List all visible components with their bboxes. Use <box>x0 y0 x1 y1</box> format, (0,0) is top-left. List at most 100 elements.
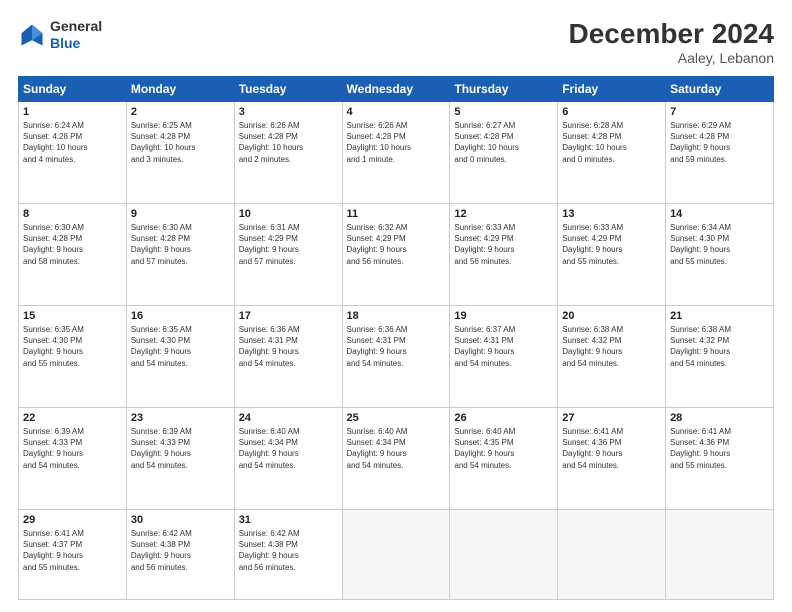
calendar-day-cell: 6 Sunrise: 6:28 AM Sunset: 4:28 PM Daylig… <box>558 102 666 204</box>
day-number: 20 <box>562 310 661 322</box>
day-info: Sunrise: 6:34 AM Sunset: 4:30 PM Dayligh… <box>670 222 769 267</box>
day-info: Sunrise: 6:38 AM Sunset: 4:32 PM Dayligh… <box>562 324 661 369</box>
day-number: 6 <box>562 106 661 118</box>
day-number: 14 <box>670 208 769 220</box>
day-number: 8 <box>23 208 122 220</box>
day-info: Sunrise: 6:30 AM Sunset: 4:28 PM Dayligh… <box>131 222 230 267</box>
calendar-day-cell: 15Sunrise: 6:35 AM Sunset: 4:30 PM Dayli… <box>19 306 127 408</box>
calendar-day-cell: 19 Sunrise: 6:37 AM Sunset: 4:31 PM Dayli… <box>450 306 558 408</box>
day-number: 16 <box>131 310 230 322</box>
calendar-day-cell: 25Sunrise: 6:40 AM Sunset: 4:34 PM Dayli… <box>342 408 450 510</box>
day-of-week-header: Wednesday <box>342 77 450 102</box>
day-info: Sunrise: 6:26 AM Sunset: 4:28 PM Dayligh… <box>347 120 446 165</box>
calendar-day-cell: 16 Sunrise: 6:35 AM Sunset: 4:30 PM Dayli… <box>126 306 234 408</box>
day-number: 27 <box>562 412 661 424</box>
calendar-day-cell <box>342 510 450 600</box>
day-number: 29 <box>23 514 122 526</box>
day-info: Sunrise: 6:25 AM Sunset: 4:28 PM Dayligh… <box>131 120 230 165</box>
logo-icon <box>18 21 46 49</box>
main-title: December 2024 <box>569 18 774 50</box>
day-of-week-header: Tuesday <box>234 77 342 102</box>
calendar-day-cell: 12 Sunrise: 6:33 AM Sunset: 4:29 PM Dayli… <box>450 204 558 306</box>
day-number: 18 <box>347 310 446 322</box>
calendar-day-cell: 28 Sunrise: 6:41 AM Sunset: 4:36 PM Dayli… <box>666 408 774 510</box>
calendar-week-row: 29 Sunrise: 6:41 AM Sunset: 4:37 PM Dayli… <box>19 510 774 600</box>
calendar-week-row: 8 Sunrise: 6:30 AM Sunset: 4:28 PM Daylig… <box>19 204 774 306</box>
calendar-day-cell: 5 Sunrise: 6:27 AM Sunset: 4:28 PM Daylig… <box>450 102 558 204</box>
calendar-week-row: 15 Sunrise: 6:35 AM Sunset: 4:30 PM Dayli… <box>19 306 774 408</box>
day-info: Sunrise: 6:24 AM Sunset: 4:28 PM Dayligh… <box>23 120 122 165</box>
day-info: Sunrise: 6:28 AM Sunset: 4:28 PM Dayligh… <box>562 120 661 165</box>
day-number: 10 <box>239 208 338 220</box>
calendar-header-row: SundayMondayTuesdayWednesdayThursdayFrid… <box>19 77 774 102</box>
calendar-day-cell: 8 Sunrise: 6:30 AM Sunset: 4:28 PM Daylig… <box>19 204 127 306</box>
day-info: Sunrise: 6:41 AM Sunset: 4:36 PM Dayligh… <box>562 426 661 471</box>
day-number: 26 <box>454 412 553 424</box>
day-info: Sunrise: 6:40 AM Sunset: 4:35 PM Dayligh… <box>454 426 553 471</box>
day-info: Sunrise: 6:40 AM Sunset: 4:34 PM Dayligh… <box>347 426 446 471</box>
day-number: 5 <box>454 106 553 118</box>
day-info: Sunrise: 6:31 AM Sunset: 4:29 PM Dayligh… <box>239 222 338 267</box>
calendar-day-cell: 3Sunrise: 6:26 AM Sunset: 4:28 PM Daylig… <box>234 102 342 204</box>
calendar-day-cell: 26 Sunrise: 6:40 AM Sunset: 4:35 PM Dayli… <box>450 408 558 510</box>
day-number: 24 <box>239 412 338 424</box>
logo: General Blue <box>18 18 102 52</box>
calendar-day-cell: 4 Sunrise: 6:26 AM Sunset: 4:28 PM Daylig… <box>342 102 450 204</box>
calendar-day-cell: 17Sunrise: 6:36 AM Sunset: 4:31 PM Dayli… <box>234 306 342 408</box>
day-number: 9 <box>131 208 230 220</box>
day-number: 31 <box>239 514 338 526</box>
day-number: 11 <box>347 208 446 220</box>
day-info: Sunrise: 6:39 AM Sunset: 4:33 PM Dayligh… <box>131 426 230 471</box>
calendar-day-cell: 31 Sunrise: 6:42 AM Sunset: 4:38 PM Dayli… <box>234 510 342 600</box>
calendar-day-cell: 18Sunrise: 6:36 AM Sunset: 4:31 PM Dayli… <box>342 306 450 408</box>
day-info: Sunrise: 6:37 AM Sunset: 4:31 PM Dayligh… <box>454 324 553 369</box>
day-info: Sunrise: 6:42 AM Sunset: 4:38 PM Dayligh… <box>239 528 338 573</box>
day-number: 1 <box>23 106 122 118</box>
day-number: 30 <box>131 514 230 526</box>
day-number: 28 <box>670 412 769 424</box>
calendar-day-cell: 7Sunrise: 6:29 AM Sunset: 4:28 PM Daylig… <box>666 102 774 204</box>
title-block: December 2024 Aaley, Lebanon <box>569 18 774 66</box>
day-number: 2 <box>131 106 230 118</box>
day-info: Sunrise: 6:33 AM Sunset: 4:29 PM Dayligh… <box>454 222 553 267</box>
calendar-day-cell: 9 Sunrise: 6:30 AM Sunset: 4:28 PM Daylig… <box>126 204 234 306</box>
day-info: Sunrise: 6:36 AM Sunset: 4:31 PM Dayligh… <box>239 324 338 369</box>
day-info: Sunrise: 6:35 AM Sunset: 4:30 PM Dayligh… <box>131 324 230 369</box>
calendar-page: General Blue December 2024 Aaley, Lebano… <box>0 0 792 612</box>
day-info: Sunrise: 6:26 AM Sunset: 4:28 PM Dayligh… <box>239 120 338 165</box>
day-number: 19 <box>454 310 553 322</box>
calendar-day-cell: 20 Sunrise: 6:38 AM Sunset: 4:32 PM Dayli… <box>558 306 666 408</box>
day-number: 13 <box>562 208 661 220</box>
logo-text: General Blue <box>50 18 102 52</box>
calendar-day-cell: 24 Sunrise: 6:40 AM Sunset: 4:34 PM Dayli… <box>234 408 342 510</box>
calendar-day-cell: 27 Sunrise: 6:41 AM Sunset: 4:36 PM Dayli… <box>558 408 666 510</box>
day-info: Sunrise: 6:41 AM Sunset: 4:37 PM Dayligh… <box>23 528 122 573</box>
header: General Blue December 2024 Aaley, Lebano… <box>18 18 774 66</box>
day-number: 15 <box>23 310 122 322</box>
calendar-day-cell <box>450 510 558 600</box>
day-info: Sunrise: 6:30 AM Sunset: 4:28 PM Dayligh… <box>23 222 122 267</box>
calendar-day-cell: 1 Sunrise: 6:24 AM Sunset: 4:28 PM Daylig… <box>19 102 127 204</box>
day-number: 23 <box>131 412 230 424</box>
day-info: Sunrise: 6:39 AM Sunset: 4:33 PM Dayligh… <box>23 426 122 471</box>
day-info: Sunrise: 6:29 AM Sunset: 4:28 PM Dayligh… <box>670 120 769 165</box>
day-of-week-header: Thursday <box>450 77 558 102</box>
calendar-day-cell: 29 Sunrise: 6:41 AM Sunset: 4:37 PM Dayli… <box>19 510 127 600</box>
day-info: Sunrise: 6:33 AM Sunset: 4:29 PM Dayligh… <box>562 222 661 267</box>
calendar-day-cell <box>558 510 666 600</box>
day-info: Sunrise: 6:41 AM Sunset: 4:36 PM Dayligh… <box>670 426 769 471</box>
day-of-week-header: Monday <box>126 77 234 102</box>
calendar-day-cell: 11Sunrise: 6:32 AM Sunset: 4:29 PM Dayli… <box>342 204 450 306</box>
day-info: Sunrise: 6:40 AM Sunset: 4:34 PM Dayligh… <box>239 426 338 471</box>
calendar-day-cell: 22Sunrise: 6:39 AM Sunset: 4:33 PM Dayli… <box>19 408 127 510</box>
calendar-day-cell: 14 Sunrise: 6:34 AM Sunset: 4:30 PM Dayli… <box>666 204 774 306</box>
day-info: Sunrise: 6:38 AM Sunset: 4:32 PM Dayligh… <box>670 324 769 369</box>
calendar-day-cell: 21 Sunrise: 6:38 AM Sunset: 4:32 PM Dayli… <box>666 306 774 408</box>
day-number: 4 <box>347 106 446 118</box>
day-info: Sunrise: 6:27 AM Sunset: 4:28 PM Dayligh… <box>454 120 553 165</box>
calendar-day-cell <box>666 510 774 600</box>
day-number: 21 <box>670 310 769 322</box>
day-info: Sunrise: 6:42 AM Sunset: 4:38 PM Dayligh… <box>131 528 230 573</box>
day-number: 12 <box>454 208 553 220</box>
calendar-week-row: 22Sunrise: 6:39 AM Sunset: 4:33 PM Dayli… <box>19 408 774 510</box>
